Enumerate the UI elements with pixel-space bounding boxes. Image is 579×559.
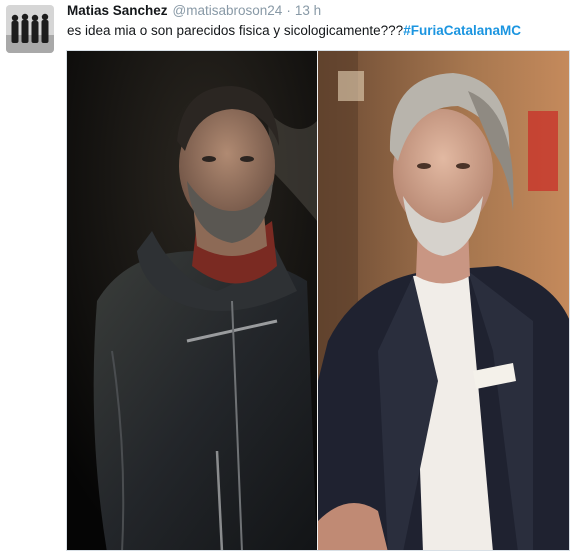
author-name[interactable]: Matias Sanchez bbox=[67, 2, 168, 20]
right-photo[interactable] bbox=[318, 51, 569, 550]
left-photo[interactable] bbox=[67, 51, 317, 550]
avatar[interactable] bbox=[6, 5, 54, 53]
hashtag-link[interactable]: #FuriaCatalanaMC bbox=[403, 23, 521, 38]
tweet-body: es idea mia o son parecidos fisica y sic… bbox=[67, 23, 404, 38]
tweet-header: Matias Sanchez @matisabroson24 · 13 h bbox=[67, 2, 321, 20]
author-handle[interactable]: @matisabroson24 bbox=[173, 2, 283, 20]
tweet-timestamp[interactable]: 13 h bbox=[295, 2, 321, 20]
separator-dot: · bbox=[286, 3, 291, 18]
tweet-text: es idea mia o son parecidos fisica y sic… bbox=[67, 22, 521, 40]
tweet-media[interactable] bbox=[66, 50, 570, 551]
tweet-card: Matias Sanchez @matisabroson24 · 13 h es… bbox=[0, 0, 579, 559]
